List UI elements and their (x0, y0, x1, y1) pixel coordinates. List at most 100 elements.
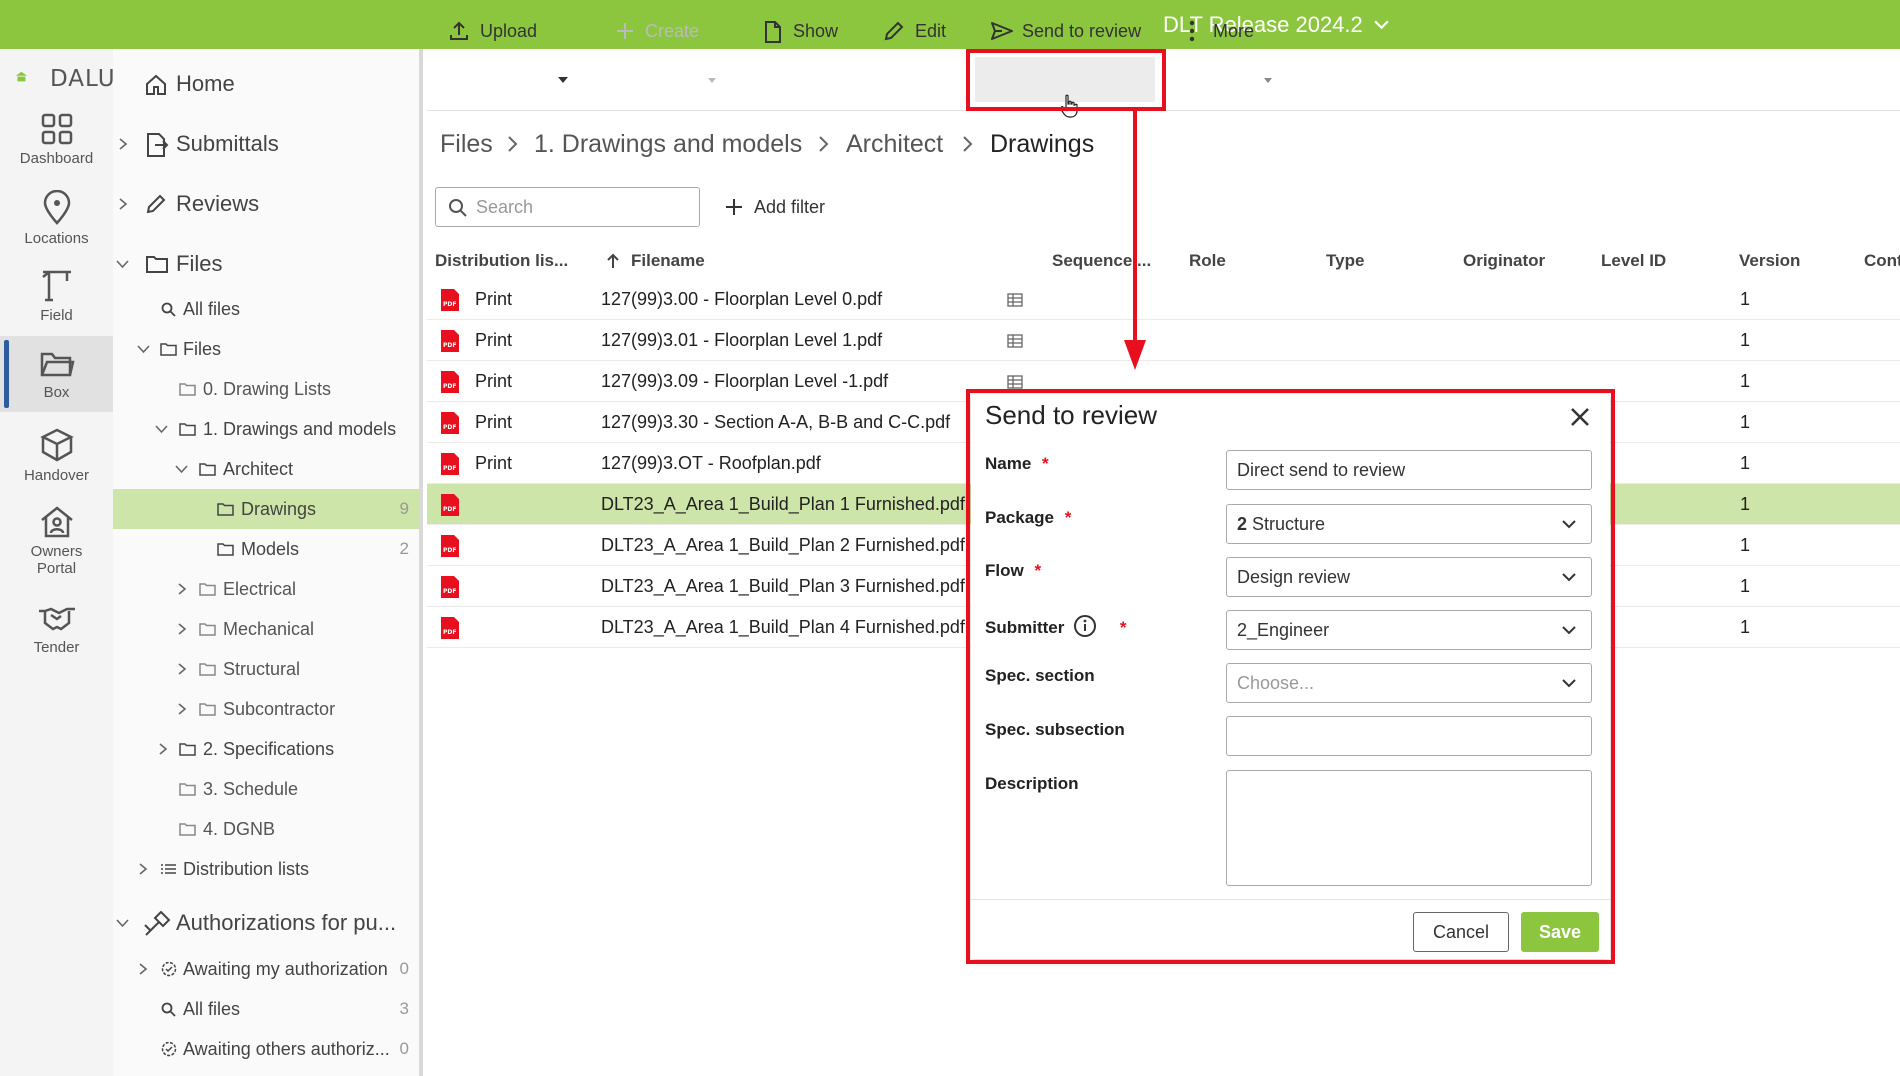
check-circle-icon (161, 961, 177, 977)
folder-open-icon (40, 352, 75, 377)
folder-icon (179, 383, 196, 396)
annotation-arrow-line (1133, 111, 1137, 363)
column-filename[interactable]: Filename (631, 247, 705, 275)
column-cont[interactable]: Cont (1864, 247, 1900, 275)
chevron-right-icon[interactable] (176, 703, 188, 715)
more-button[interactable]: More (1183, 0, 1254, 62)
search-box[interactable] (435, 187, 700, 227)
nav-all-files[interactable]: All files (113, 289, 419, 329)
chevron-right-icon[interactable] (176, 663, 188, 675)
table-icon[interactable] (1007, 334, 1023, 348)
nav-mechanical[interactable]: Mechanical (113, 609, 419, 649)
nav-label: Submittals (176, 131, 279, 156)
chevron-down-icon[interactable] (137, 343, 150, 355)
top-bar (0, 0, 1900, 49)
rail-owners-portal[interactable]: Owners Portal (0, 505, 113, 577)
nav-specifications[interactable]: 2. Specifications (113, 729, 419, 769)
nav-reviews[interactable]: Reviews (113, 184, 419, 224)
nav-awaiting-my-authorization[interactable]: Awaiting my authorization 0 (113, 949, 419, 989)
add-filter-label: Add filter (754, 197, 826, 217)
breadcrumb-files[interactable]: Files (440, 124, 493, 164)
rail-label: Dashboard (19, 150, 94, 167)
nav-home[interactable]: Home (113, 64, 419, 104)
chevron-right-icon[interactable] (157, 743, 169, 755)
nav-architect[interactable]: Architect (113, 449, 419, 489)
table-icon[interactable] (1007, 293, 1023, 307)
create-button[interactable]: Create (615, 0, 699, 62)
table-icon[interactable] (1007, 375, 1023, 389)
nav-subcontractor[interactable]: Subcontractor (113, 689, 419, 729)
nav-files[interactable]: Files (113, 244, 419, 284)
pdf-file-icon: PDF (441, 576, 459, 598)
nav-drawing-lists[interactable]: 0. Drawing Lists (113, 369, 419, 409)
column-distribution-list[interactable]: Distribution lis... (435, 247, 568, 275)
breadcrumb-drawings-and-models[interactable]: 1. Drawings and models (534, 124, 802, 164)
chevron-down-icon[interactable] (116, 258, 129, 270)
distribution-cell: Print (475, 289, 513, 309)
breadcrumb-architect[interactable]: Architect (846, 124, 943, 164)
column-originator[interactable]: Originator (1463, 247, 1545, 275)
add-filter-button[interactable]: Add filter (724, 187, 825, 227)
distribution-cell: Print (475, 453, 513, 473)
chevron-down-icon[interactable] (175, 463, 188, 475)
nav-awaiting-others-authorization[interactable]: Awaiting others authoriz... 0 (113, 1029, 419, 1069)
svg-text:PDF: PDF (443, 342, 456, 349)
nav-label: Reviews (176, 191, 260, 216)
chevron-right-icon[interactable] (137, 863, 149, 875)
show-button[interactable]: Show (763, 0, 838, 62)
folder-icon (199, 703, 216, 716)
nav-label: Home (176, 71, 235, 96)
nav-authorizations[interactable]: Authorizations for pu... (113, 903, 419, 943)
column-role[interactable]: Role (1189, 247, 1226, 275)
svg-text:PDF: PDF (443, 383, 456, 390)
caret-down-icon[interactable] (1263, 77, 1273, 84)
rail-dashboard[interactable]: Dashboard (0, 112, 113, 167)
folder-icon (179, 783, 196, 796)
edit-button[interactable]: Edit (883, 0, 946, 62)
caret-down-icon[interactable] (557, 76, 569, 84)
search-input[interactable] (476, 194, 686, 220)
column-type[interactable]: Type (1326, 247, 1364, 275)
chevron-right-icon[interactable] (117, 198, 129, 210)
nav-label: Files (183, 339, 222, 359)
table-row[interactable]: PDF Print 127(99)3.00 - Floorplan Level … (427, 279, 1900, 320)
nav-submittals[interactable]: Submittals (113, 124, 419, 164)
chevron-down-icon[interactable] (155, 423, 168, 435)
home-icon (146, 74, 166, 95)
version-cell: 1 (1740, 535, 1751, 555)
nav-files-folder[interactable]: Files (113, 329, 419, 369)
rail-box[interactable]: Box (0, 336, 113, 412)
nav-electrical[interactable]: Electrical (113, 569, 419, 609)
chevron-right-icon[interactable] (137, 963, 149, 975)
version-cell: 1 (1740, 371, 1751, 391)
chevron-right-icon[interactable] (117, 138, 129, 150)
chevron-right-icon[interactable] (176, 623, 188, 635)
nav-structural[interactable]: Structural (113, 649, 419, 689)
nav-models[interactable]: Models 2 (113, 529, 419, 569)
nav-dgnb[interactable]: 4. DGNB (113, 809, 419, 849)
nav-auth-all-files[interactable]: All files 3 (113, 989, 419, 1029)
sort-ascending-icon[interactable] (606, 253, 620, 269)
pdf-file-icon: PDF (441, 330, 459, 352)
column-level-id[interactable]: Level ID (1601, 247, 1666, 275)
nav-drawings[interactable]: Drawings 9 (113, 489, 419, 529)
upload-button[interactable]: Upload (448, 0, 537, 62)
rail-field[interactable]: Field (0, 267, 113, 324)
nav-distribution-lists[interactable]: Distribution lists (113, 849, 419, 889)
nav-label: Architect (223, 459, 294, 479)
document-icon (765, 21, 781, 43)
chevron-right-icon[interactable] (176, 583, 188, 595)
rail-tender[interactable]: Tender (0, 603, 113, 656)
rail-handover[interactable]: Handover (0, 427, 113, 484)
folder-icon (217, 503, 234, 516)
pdf-file-icon: PDF (441, 289, 459, 311)
table-row[interactable]: PDF Print 127(99)3.01 - Floorplan Level … (427, 320, 1900, 361)
chevron-down-icon[interactable] (116, 917, 129, 929)
pdf-file-icon: PDF (441, 412, 459, 434)
rail-locations[interactable]: Locations (0, 190, 113, 247)
more-vertical-icon (1189, 20, 1195, 42)
nav-schedule[interactable]: 3. Schedule (113, 769, 419, 809)
column-version[interactable]: Version (1739, 247, 1800, 275)
nav-drawings-models[interactable]: 1. Drawings and models (113, 409, 419, 449)
chevron-down-icon[interactable] (1373, 16, 1390, 33)
